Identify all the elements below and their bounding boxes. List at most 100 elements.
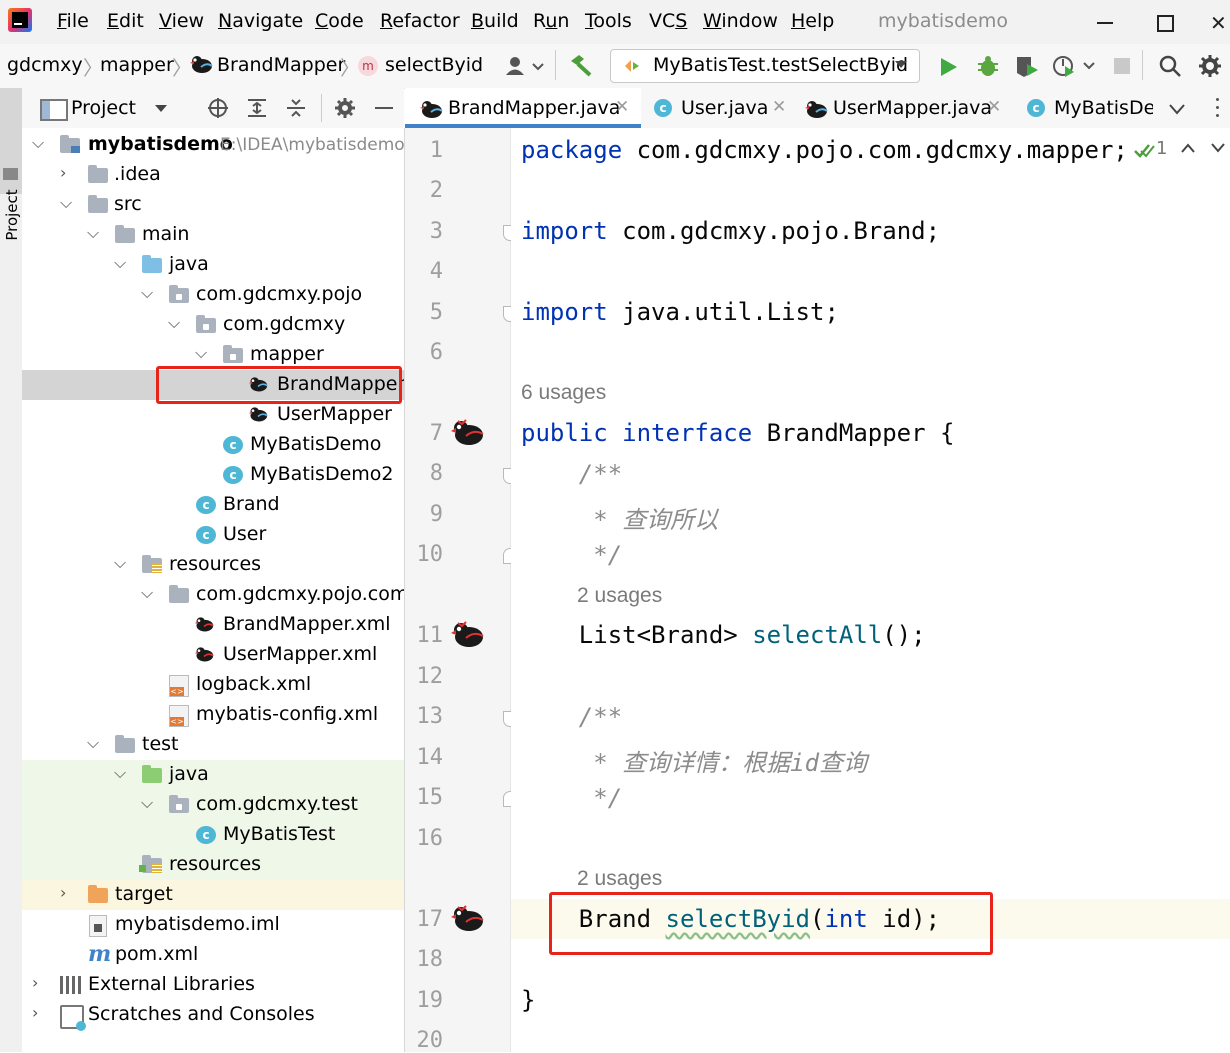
tree-item-class[interactable]: c MyBatisDemo (22, 430, 404, 460)
maximize-icon[interactable] (1146, 6, 1182, 38)
chevron-down-icon[interactable]: ⌵ (114, 553, 126, 573)
tree-item-resource-package[interactable]: ⌵ com.gdcmxy.pojo.com.gdcmxy.mapper (22, 580, 404, 610)
tree-item-test[interactable]: ⌵ test (22, 730, 404, 760)
menu-view[interactable]: View (159, 10, 204, 32)
tree-item-target[interactable]: › target (22, 880, 404, 910)
code-editor[interactable]: package com.gdcmxy.pojo.com.gdcmxy.mappe… (511, 128, 1230, 1052)
usages-hint[interactable]: 6 usages (521, 381, 606, 405)
tree-item-project-root[interactable]: ⌵ mybatisdemo E:\IDEA\mybatisdemo (22, 130, 404, 160)
chevron-right-icon[interactable]: › (60, 883, 66, 902)
tree-item-usermapper[interactable]: UserMapper (22, 400, 404, 430)
tree-item-main[interactable]: ⌵ main (22, 220, 404, 250)
chevron-down-icon[interactable]: ⌵ (168, 313, 180, 333)
run-icon[interactable] (938, 56, 960, 78)
menu-navigate[interactable]: Navigate (218, 10, 303, 32)
chevron-down-icon[interactable]: ⌵ (87, 223, 99, 243)
locate-file-icon[interactable] (207, 97, 229, 119)
tree-item-scratches[interactable]: › Scratches and Consoles (22, 1000, 404, 1031)
chevron-down-icon[interactable]: ⌵ (60, 193, 72, 213)
chevron-down-icon[interactable] (1211, 142, 1225, 154)
chevron-down-icon[interactable]: ⌵ (87, 733, 99, 753)
build-hammer-icon[interactable] (568, 53, 594, 77)
tree-item-test-class[interactable]: c MyBatisTest (22, 820, 404, 850)
menu-refactor[interactable]: Refactor (380, 10, 460, 32)
chevron-down-icon[interactable]: ⌵ (141, 793, 153, 813)
tree-item-java[interactable]: ⌵ java (22, 250, 404, 280)
menu-run[interactable]: Run (533, 10, 569, 32)
close-tab-icon[interactable]: ✕ (772, 97, 786, 117)
menu-code[interactable]: Code (315, 10, 364, 32)
breadcrumb-package[interactable]: mapper (100, 54, 174, 76)
chevron-down-icon[interactable]: ⌵ (141, 283, 153, 303)
more-options-icon[interactable] (1216, 98, 1220, 118)
tree-item-external-libraries[interactable]: › External Libraries (22, 970, 404, 1000)
tree-item-package[interactable]: ⌵ com.gdcmxy.pojo (22, 280, 404, 310)
chevron-right-icon[interactable]: › (32, 1003, 38, 1022)
tree-item-pom[interactable]: m pom.xml (22, 940, 404, 970)
close-window-icon[interactable]: ✕ (1204, 6, 1230, 38)
collapse-all-icon[interactable] (285, 97, 307, 119)
chevron-up-icon[interactable] (1181, 142, 1195, 154)
menu-tools[interactable]: Tools (585, 10, 632, 32)
tree-item-package[interactable]: ⌵ com.gdcmxy (22, 310, 404, 340)
profile-icon[interactable] (1052, 54, 1098, 78)
tree-item-resources[interactable]: ⌵ resources (22, 550, 404, 580)
menu-vcs[interactable]: VCS (649, 10, 687, 32)
close-tab-icon[interactable]: ✕ (987, 97, 1001, 117)
chevron-right-icon[interactable]: › (60, 163, 66, 182)
usages-hint[interactable]: 2 usages (577, 867, 662, 891)
tree-item-xml[interactable]: <> logback.xml (22, 670, 404, 700)
mybatis-navigate-icon[interactable] (450, 904, 484, 932)
menu-file[interactable]: File (57, 10, 89, 32)
chevron-down-icon[interactable]: ⌵ (195, 343, 207, 363)
chevron-down-icon[interactable]: ⌵ (141, 583, 153, 603)
tree-item-test-resources[interactable]: resources (22, 850, 404, 880)
tree-item-test-package[interactable]: ⌵ com.gdcmxy.test (22, 790, 404, 820)
breadcrumb-method[interactable]: selectByid (385, 54, 483, 76)
run-configuration-selector[interactable]: MyBatisTest.testSelectByid (610, 49, 920, 83)
tab-mybatisdemo[interactable]: c MyBatisDemo (1013, 88, 1153, 128)
menu-window[interactable]: Window (703, 10, 778, 32)
breadcrumb-interface[interactable]: BrandMapper (217, 54, 345, 76)
usages-hint[interactable]: 2 usages (577, 584, 662, 608)
menu-build[interactable]: Build (471, 10, 519, 32)
tree-item-xml[interactable]: BrandMapper.xml (22, 610, 404, 640)
chevron-down-icon[interactable] (1169, 103, 1185, 115)
mybatis-navigate-icon[interactable] (450, 620, 484, 648)
debug-icon[interactable] (976, 54, 1000, 78)
tab-user-java[interactable]: c User.java ✕ (641, 88, 791, 128)
chevron-down-icon[interactable]: ⌵ (114, 253, 126, 273)
tree-item-class[interactable]: c User (22, 520, 404, 550)
stop-icon[interactable] (1114, 58, 1130, 74)
inspection-ok-icon[interactable] (1133, 142, 1155, 160)
chevron-down-icon[interactable]: ⌵ (32, 133, 44, 153)
chevron-down-icon[interactable]: ⌵ (114, 763, 126, 783)
intellij-logo-icon[interactable] (8, 8, 32, 32)
tree-item-src[interactable]: ⌵ src (22, 190, 404, 220)
mybatis-navigate-icon[interactable] (450, 418, 484, 446)
project-view-selector[interactable]: Project (71, 97, 136, 119)
chevron-right-icon[interactable]: › (32, 973, 38, 992)
expand-all-icon[interactable] (246, 97, 268, 119)
settings-gear-icon[interactable] (1198, 54, 1222, 78)
chevron-down-icon[interactable] (154, 104, 168, 114)
tree-item-class[interactable]: c Brand (22, 490, 404, 520)
close-tab-icon[interactable]: ✕ (615, 97, 629, 117)
settings-gear-icon[interactable] (334, 97, 356, 119)
hide-panel-icon[interactable] (375, 107, 393, 109)
tree-item-test-java[interactable]: ⌵ java (22, 760, 404, 790)
project-tool-window-button[interactable]: Project (0, 88, 22, 241)
search-icon[interactable] (1158, 54, 1182, 78)
user-account-icon[interactable] (505, 56, 545, 76)
tree-item-iml[interactable]: mybatisdemo.iml (22, 910, 404, 940)
tree-item-xml[interactable]: UserMapper.xml (22, 640, 404, 670)
tree-item-idea[interactable]: › .idea (22, 160, 404, 190)
tree-item-xml[interactable]: <> mybatis-config.xml (22, 700, 404, 730)
minimize-icon[interactable] (1088, 6, 1124, 38)
tab-brandmapper-java[interactable]: BrandMapper.java ✕ (405, 88, 641, 128)
breadcrumb-project[interactable]: gdcmxy (7, 54, 83, 76)
menu-help[interactable]: Help (791, 10, 834, 32)
tree-item-class[interactable]: c MyBatisDemo2 (22, 460, 404, 490)
tab-usermapper-java[interactable]: UserMapper.java ✕ (791, 88, 1013, 128)
run-with-coverage-icon[interactable] (1014, 54, 1040, 78)
